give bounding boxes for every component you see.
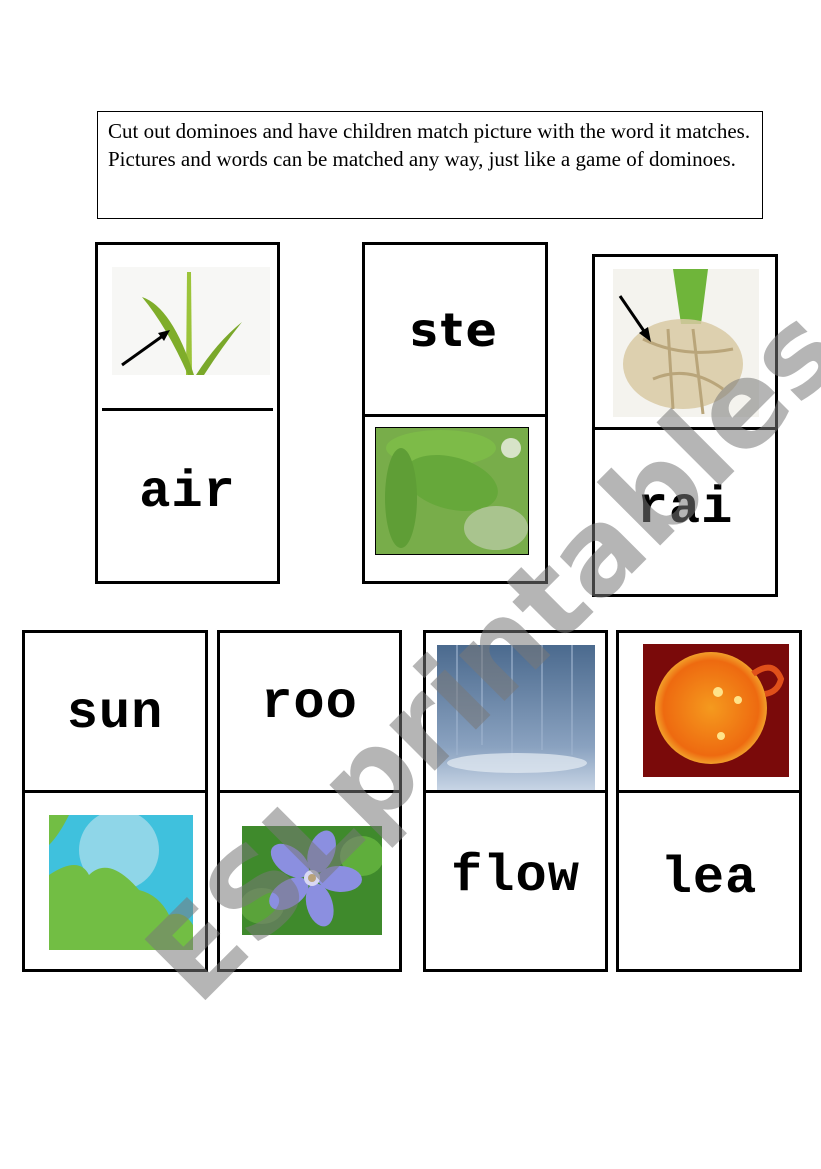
flower-icon <box>242 826 382 935</box>
word-sun: sun <box>66 683 164 743</box>
word-ste: ste <box>410 303 500 357</box>
instructions-text: Cut out dominoes and have children match… <box>108 119 751 171</box>
word-air: air <box>139 463 236 522</box>
domino-divider <box>220 790 399 793</box>
leaves-icon <box>375 427 529 555</box>
domino-divider <box>25 790 205 793</box>
word-roo: roo <box>261 673 358 733</box>
instructions-box: Cut out dominoes and have children match… <box>97 111 763 219</box>
domino-4: sun <box>22 630 208 972</box>
domino-divider <box>426 790 605 793</box>
domino-divider <box>102 408 273 411</box>
sun-icon <box>643 644 789 777</box>
domino-1: air <box>95 242 280 584</box>
air-landscape-icon <box>49 815 193 950</box>
rain-icon <box>437 645 595 791</box>
domino-divider <box>365 414 545 417</box>
domino-2: ste <box>362 242 548 584</box>
word-flow: flow <box>451 846 580 906</box>
word-rai: rai <box>636 478 734 538</box>
domino-6: flow <box>423 630 608 972</box>
domino-7: lea <box>616 630 802 972</box>
domino-5: roo <box>217 630 402 972</box>
roots-with-arrow-icon <box>613 269 759 417</box>
domino-divider <box>619 790 799 793</box>
plant-stem-with-arrow-icon <box>112 267 270 375</box>
domino-3: rai <box>592 254 778 597</box>
word-lea: lea <box>660 848 758 908</box>
domino-divider <box>595 427 775 430</box>
